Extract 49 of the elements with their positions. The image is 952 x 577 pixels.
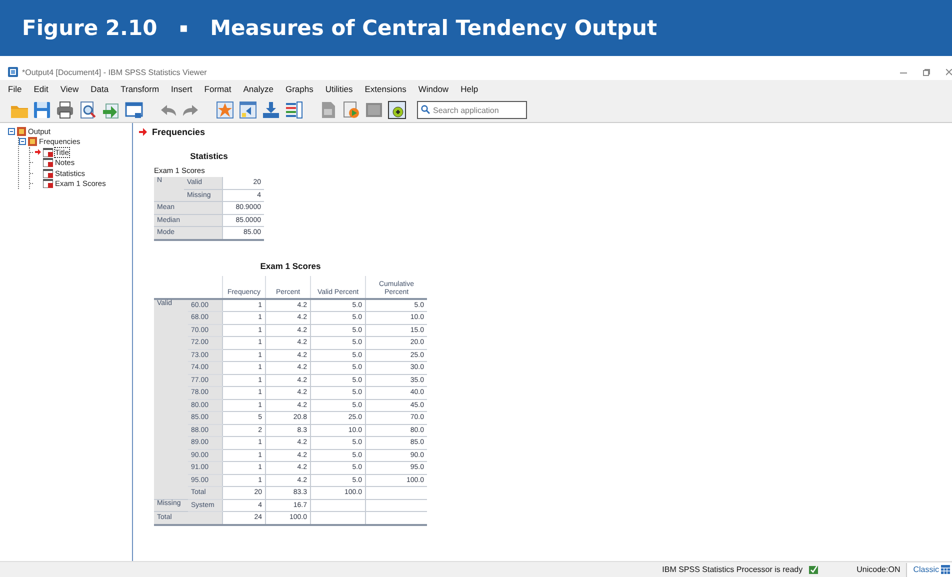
menu-item[interactable]: File xyxy=(8,84,28,94)
menu-item[interactable]: Extensions xyxy=(364,84,412,94)
menu-item[interactable]: Graphs xyxy=(285,84,320,94)
figure-number: Figure 2.10 xyxy=(22,16,158,40)
menu-item[interactable]: Window xyxy=(418,84,455,94)
app-icon xyxy=(8,67,18,77)
window-icon[interactable] xyxy=(125,101,143,119)
script-icon[interactable] xyxy=(342,101,360,119)
export-icon[interactable] xyxy=(102,101,120,119)
window-title: *Output4 [Document4] - IBM SPSS Statistics Viewer xyxy=(22,68,208,76)
figure-title: Measures of Central Tendency Output xyxy=(210,16,658,40)
menu-item[interactable]: Format xyxy=(204,84,238,94)
menu-item[interactable]: Edit xyxy=(34,84,54,94)
menu-item[interactable]: Transform xyxy=(120,84,166,94)
table-icon xyxy=(43,148,53,157)
search-field[interactable]: Search application xyxy=(417,101,527,119)
designate-window-icon[interactable] xyxy=(388,101,406,119)
restore-icon[interactable] xyxy=(923,68,930,76)
print-preview-icon[interactable] xyxy=(79,101,97,119)
menu-item[interactable]: Analyze xyxy=(243,84,280,94)
collapse-icon[interactable] xyxy=(8,128,15,135)
menu-item[interactable]: View xyxy=(60,84,85,94)
download-icon[interactable] xyxy=(262,101,280,119)
pointer-arrow-icon xyxy=(35,149,41,156)
menu-item[interactable]: Help xyxy=(460,84,484,94)
menu-item[interactable]: Utilities xyxy=(325,84,359,94)
panel-icon[interactable] xyxy=(365,101,383,119)
menu-item[interactable]: Insert xyxy=(171,84,198,94)
pointer-arrow-icon xyxy=(139,128,147,136)
document-icon[interactable] xyxy=(319,101,337,119)
menu-item[interactable]: Data xyxy=(90,84,115,94)
print-icon[interactable] xyxy=(56,101,74,119)
table-icon xyxy=(43,168,53,178)
processor-icon xyxy=(808,565,819,574)
save-icon[interactable] xyxy=(33,101,51,119)
encoding-status: Unicode:ON xyxy=(856,565,900,574)
separator-mark: ▪ xyxy=(179,20,188,36)
output-heading: Frequencies xyxy=(152,127,206,137)
table-icon xyxy=(43,179,53,188)
mode-button[interactable]: Classic xyxy=(906,562,952,576)
table-title: Statistics xyxy=(189,151,229,161)
table-icon xyxy=(43,158,53,168)
close-icon[interactable] xyxy=(946,68,952,76)
star-grid-icon[interactable] xyxy=(216,101,234,119)
grid-icon xyxy=(941,565,950,574)
columns-icon[interactable] xyxy=(285,101,303,119)
table-title: Exam 1 Scores xyxy=(259,260,322,270)
collapse-icon[interactable] xyxy=(19,138,26,146)
status-message: IBM SPSS Statistics Processor is ready xyxy=(662,565,803,574)
